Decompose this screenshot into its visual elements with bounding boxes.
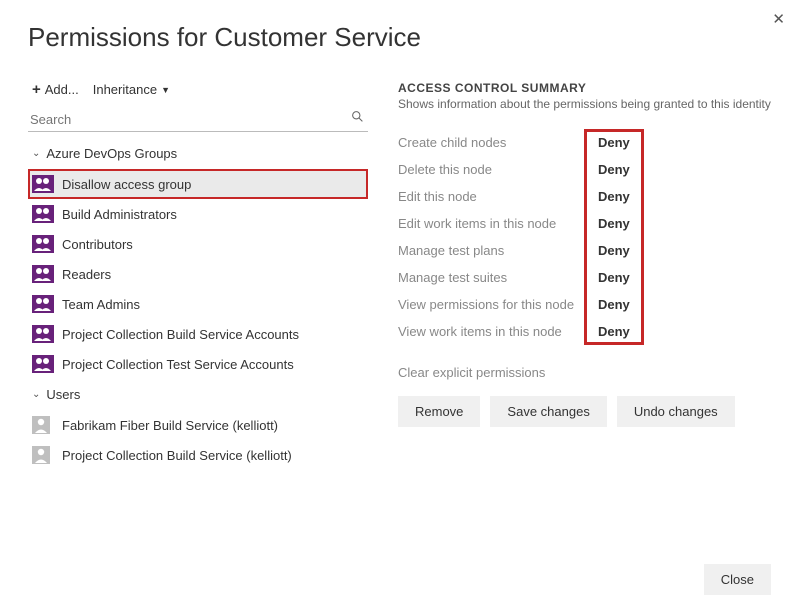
users-header-label: Users: [46, 387, 80, 402]
permission-value[interactable]: Deny: [588, 322, 640, 341]
permission-value[interactable]: Deny: [588, 295, 640, 314]
permission-value[interactable]: Deny: [588, 160, 640, 179]
permission-label: View work items in this node: [398, 324, 588, 339]
group-label: Build Administrators: [62, 207, 177, 222]
inheritance-label: Inheritance: [93, 82, 157, 97]
dialog-title: Permissions for Customer Service: [0, 0, 799, 53]
permission-row: Create child nodesDeny: [398, 129, 640, 156]
user-icon: [32, 416, 54, 434]
inheritance-dropdown[interactable]: Inheritance ▼: [93, 82, 170, 97]
add-button[interactable]: + Add...: [32, 81, 79, 98]
groups-header-label: Azure DevOps Groups: [46, 146, 177, 161]
identity-list-pane: + Add... Inheritance ▼ ⌄ Azure DevOps Gr…: [28, 73, 368, 470]
permission-label: Manage test plans: [398, 243, 588, 258]
group-item[interactable]: Build Administrators: [28, 199, 368, 229]
group-item[interactable]: Project Collection Test Service Accounts: [28, 349, 368, 379]
permission-row: Manage test plansDeny: [398, 237, 640, 264]
permission-row: View permissions for this nodeDeny: [398, 291, 640, 318]
undo-changes-button[interactable]: Undo changes: [617, 396, 735, 427]
permission-row: Edit work items in this nodeDeny: [398, 210, 640, 237]
add-label: Add...: [45, 82, 79, 97]
search-input[interactable]: [28, 108, 368, 132]
permission-label: Edit work items in this node: [398, 216, 588, 231]
chevron-down-icon: ⌄: [32, 389, 40, 400]
plus-icon: +: [32, 81, 41, 98]
group-icon: [32, 325, 54, 343]
group-icon: [32, 265, 54, 283]
group-icon: [32, 205, 54, 223]
group-icon: [32, 175, 54, 193]
permission-row: Manage test suitesDeny: [398, 264, 640, 291]
permission-value[interactable]: Deny: [588, 133, 640, 152]
group-label: Disallow access group: [62, 177, 191, 192]
group-item[interactable]: Contributors: [28, 229, 368, 259]
chevron-down-icon: ⌄: [32, 148, 40, 159]
user-item[interactable]: Fabrikam Fiber Build Service (kelliott): [28, 410, 368, 440]
permission-value[interactable]: Deny: [588, 214, 640, 233]
group-item[interactable]: Disallow access group: [28, 169, 368, 199]
permission-value[interactable]: Deny: [588, 187, 640, 206]
groups-header[interactable]: ⌄ Azure DevOps Groups: [28, 138, 368, 169]
remove-button[interactable]: Remove: [398, 396, 480, 427]
group-label: Readers: [62, 267, 111, 282]
permission-label: Create child nodes: [398, 135, 588, 150]
user-icon: [32, 446, 54, 464]
permission-row: Edit this nodeDeny: [398, 183, 640, 210]
permission-row: View work items in this nodeDeny: [398, 318, 640, 345]
group-item[interactable]: Team Admins: [28, 289, 368, 319]
save-changes-button[interactable]: Save changes: [490, 396, 606, 427]
group-label: Project Collection Test Service Accounts: [62, 357, 294, 372]
group-icon: [32, 235, 54, 253]
chevron-down-icon: ▼: [161, 85, 170, 95]
group-icon: [32, 295, 54, 313]
close-button[interactable]: Close: [704, 564, 771, 595]
group-item[interactable]: Project Collection Build Service Account…: [28, 319, 368, 349]
summary-description: Shows information about the permissions …: [398, 97, 771, 111]
permission-label: View permissions for this node: [398, 297, 588, 312]
group-icon: [32, 355, 54, 373]
permissions-pane: ACCESS CONTROL SUMMARY Shows information…: [398, 73, 771, 470]
group-label: Team Admins: [62, 297, 140, 312]
clear-permissions-link[interactable]: Clear explicit permissions: [398, 365, 771, 380]
group-label: Contributors: [62, 237, 133, 252]
group-item[interactable]: Readers: [28, 259, 368, 289]
permission-value[interactable]: Deny: [588, 241, 640, 260]
user-item[interactable]: Project Collection Build Service (kellio…: [28, 440, 368, 470]
users-header[interactable]: ⌄ Users: [28, 379, 368, 410]
permission-value[interactable]: Deny: [588, 268, 640, 287]
permission-label: Manage test suites: [398, 270, 588, 285]
summary-title: ACCESS CONTROL SUMMARY: [398, 81, 771, 95]
search-icon: [351, 110, 364, 126]
group-label: Project Collection Build Service Account…: [62, 327, 299, 342]
close-icon[interactable]: ✕: [772, 10, 785, 28]
permission-label: Delete this node: [398, 162, 588, 177]
user-label: Fabrikam Fiber Build Service (kelliott): [62, 418, 278, 433]
permission-row: Delete this nodeDeny: [398, 156, 640, 183]
user-label: Project Collection Build Service (kellio…: [62, 448, 292, 463]
permission-label: Edit this node: [398, 189, 588, 204]
